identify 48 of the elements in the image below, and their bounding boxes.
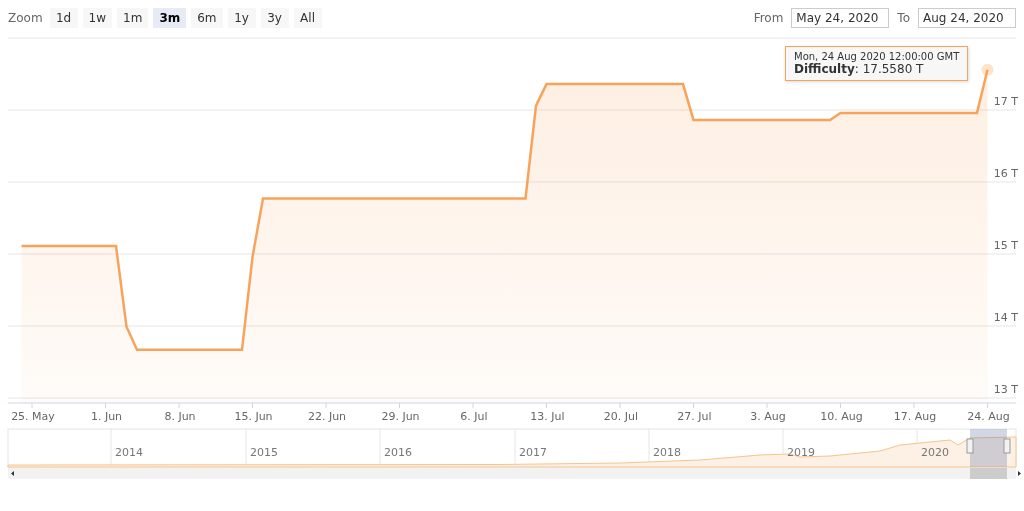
- x-axis-label: 24. Aug: [967, 410, 1010, 423]
- right-handle[interactable]: [1003, 438, 1011, 454]
- x-axis-label: 20. Jul: [603, 410, 639, 423]
- x-axis-label: 3. Aug: [750, 410, 786, 423]
- range-button[interactable]: 1m: [117, 8, 149, 28]
- x-axis-label: 10. Aug: [820, 410, 863, 423]
- year-label: 2014: [115, 446, 143, 459]
- year-label: 2020: [921, 446, 949, 459]
- left-handle[interactable]: [966, 438, 974, 454]
- y-axis-label: 14 T: [993, 311, 1018, 324]
- to-label: To: [897, 11, 910, 25]
- x-axis-label: 27. Jul: [677, 410, 712, 423]
- x-axis-label: 25. May: [11, 410, 55, 423]
- range-button[interactable]: 6m: [191, 8, 223, 28]
- to-date-field[interactable]: Aug 24, 2020: [918, 8, 1016, 28]
- range-button[interactable]: 3m: [153, 8, 187, 28]
- tooltip-date: Mon, 24 Aug 2020 12:00:00 GMT: [794, 51, 960, 62]
- x-axis-label: 29. Jun: [381, 410, 420, 423]
- scrollbar-thumb[interactable]: [970, 468, 1007, 479]
- zoom-label: Zoom: [8, 11, 43, 25]
- year-label: 2019: [787, 446, 815, 459]
- point-marker: [981, 63, 994, 76]
- x-axis-label: 6. Jul: [460, 410, 488, 423]
- x-axis-label: 15. Jun: [234, 410, 273, 423]
- y-axis-label: 16 T: [993, 167, 1018, 180]
- y-axis-label: 13 T: [993, 383, 1018, 396]
- x-axis-label: 1. Jun: [90, 410, 123, 423]
- range-button[interactable]: 1y: [227, 8, 256, 28]
- x-axis-label: 17. Aug: [893, 410, 937, 423]
- tooltip-value: Difficulty: 17.5580 T: [794, 62, 925, 76]
- x-axis-label: 8. Jun: [164, 410, 196, 423]
- y-axis-label: 15 T: [993, 239, 1018, 252]
- y-axis-label: 17 T: [993, 95, 1018, 108]
- from-date-field[interactable]: May 24, 2020: [791, 8, 890, 28]
- range-button[interactable]: All: [293, 8, 322, 28]
- year-label: 2017: [519, 446, 547, 459]
- range-button[interactable]: 1w: [82, 8, 113, 28]
- navigator-selection[interactable]: [970, 429, 1007, 467]
- year-label: 2018: [653, 446, 681, 459]
- year-label: 2016: [384, 446, 412, 459]
- range-button[interactable]: 1d: [49, 8, 78, 28]
- from-label: From: [753, 11, 784, 25]
- right-arrow-icon[interactable]: [1018, 471, 1021, 476]
- x-axis-label: 22. Jun: [307, 410, 347, 423]
- left-arrow-icon[interactable]: [11, 471, 14, 476]
- year-label: 2015: [250, 446, 278, 459]
- x-axis-label: 13. Jul: [530, 410, 565, 423]
- range-button[interactable]: 3y: [260, 8, 289, 28]
